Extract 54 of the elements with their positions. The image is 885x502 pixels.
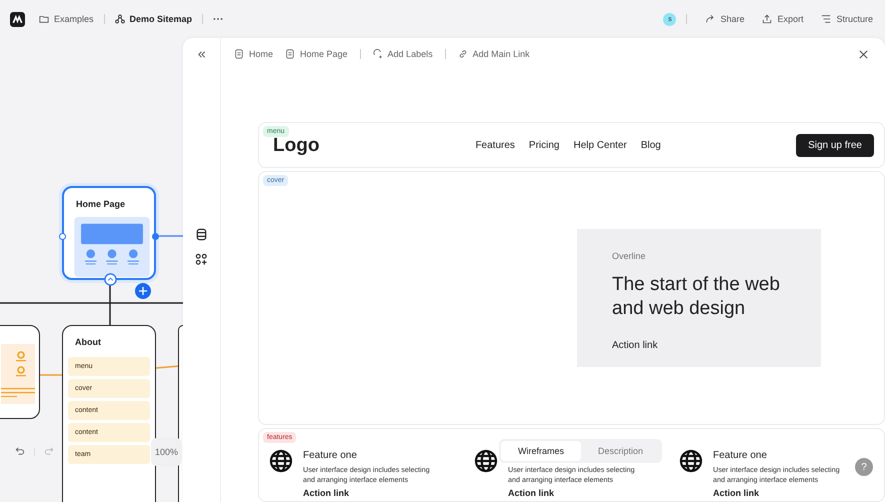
action-link[interactable]: Action link — [303, 488, 443, 498]
panel-breadcrumb[interactable]: Add Main Link — [458, 49, 530, 59]
zoom-level[interactable]: 100% — [151, 438, 182, 466]
globe-icon — [679, 449, 703, 473]
connector-line — [156, 235, 183, 237]
connection-handle[interactable] — [152, 233, 159, 240]
more-icon[interactable] — [213, 17, 224, 21]
panel-breadcrumb[interactable]: Home — [234, 49, 274, 59]
globe-icon — [474, 449, 498, 473]
cover-heading: The start of the web and web design — [612, 273, 781, 320]
panel-breadcrumb[interactable]: Add Labels — [372, 49, 433, 59]
nav-link[interactable]: Features — [475, 140, 515, 150]
action-link[interactable]: Action link — [713, 488, 853, 498]
page-icon — [285, 49, 296, 59]
export-button[interactable]: Export — [762, 14, 804, 24]
close-icon[interactable] — [858, 48, 869, 60]
sitemap-icon — [114, 14, 125, 24]
page-icon — [234, 49, 244, 59]
overline-text: Overline — [612, 251, 647, 261]
action-link[interactable]: Action link — [508, 488, 648, 498]
panel-breadcrumb[interactable]: Home Page — [285, 49, 348, 59]
breadcrumb-link[interactable]: Examples — [39, 14, 94, 24]
feature-title: Feature one — [713, 450, 768, 463]
breadcrumb-link[interactable]: Demo Sitemap — [114, 14, 192, 24]
collapse-icon[interactable] — [104, 273, 117, 286]
folder-icon — [39, 14, 49, 24]
label-icon — [372, 49, 383, 59]
share-icon — [705, 14, 716, 24]
page-preview-drawing — [1, 344, 35, 404]
app-logo-icon[interactable] — [10, 12, 25, 26]
structure-icon — [821, 14, 832, 24]
collapse-panel-icon[interactable] — [196, 49, 207, 60]
export-icon — [762, 14, 772, 24]
page-node[interactable]: Home Page — [62, 186, 156, 280]
action-link[interactable]: Action link — [612, 340, 658, 350]
view-tab[interactable]: Description — [581, 441, 660, 461]
add-components-icon[interactable] — [195, 253, 208, 266]
nav-link[interactable]: Blog — [640, 140, 661, 150]
undo-icon[interactable] — [14, 446, 25, 457]
connection-handle[interactable] — [59, 233, 66, 240]
globe-icon — [269, 449, 293, 473]
structure-button[interactable]: Structure — [821, 14, 873, 24]
node-title: Home Page — [76, 199, 126, 209]
add-icon[interactable] — [135, 283, 151, 299]
signup-button[interactable]: Sign up free — [796, 134, 874, 156]
share-button[interactable]: Share — [705, 14, 744, 24]
logo-text: Logo — [273, 135, 320, 157]
node-title: About — [75, 337, 102, 347]
device-icon[interactable] — [195, 228, 208, 241]
view-tab[interactable]: Wireframes — [501, 441, 582, 461]
nav-link[interactable]: Help Center — [573, 140, 627, 150]
feature-title: Feature one — [303, 450, 358, 463]
link-icon — [458, 49, 468, 59]
nav-link[interactable]: Pricing — [528, 140, 560, 150]
